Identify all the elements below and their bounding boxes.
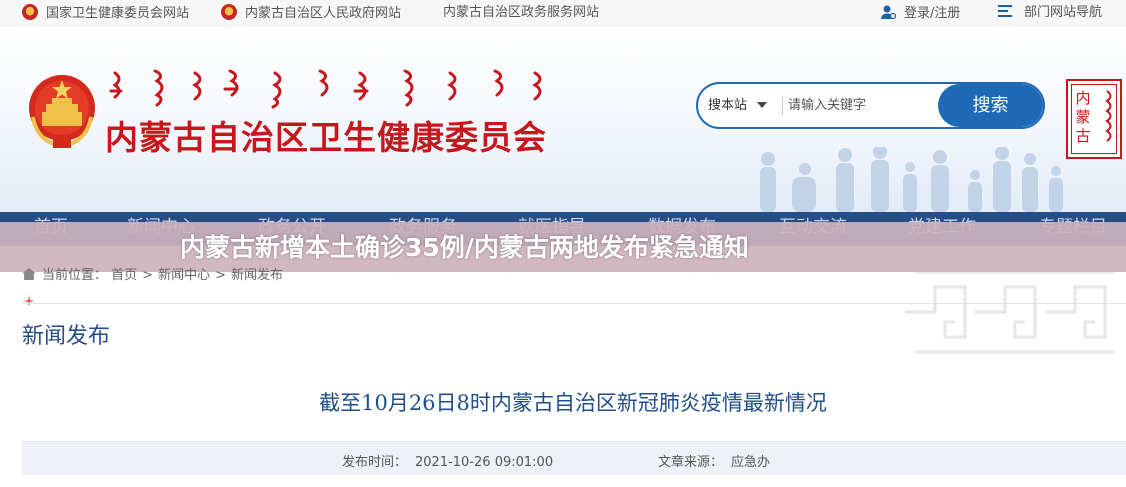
- search-scope-label: 搜本站: [708, 98, 748, 113]
- lattice-pattern-decoration: [905, 270, 1115, 354]
- menu-icon: [998, 5, 1012, 17]
- department-nav-label: 部门网站导航: [1024, 5, 1103, 20]
- seal-logo: 内蒙古: [1066, 79, 1122, 159]
- breadcrumb: 当前位置： 首页 > 新闻中心 > 新闻发布: [22, 266, 283, 286]
- overlay-headline: 内蒙古新增本土确诊35例/内蒙古两地发布紧急通知: [180, 233, 749, 262]
- article-title: 截至10月26日8时内蒙古自治区新冠肺炎疫情最新情况: [319, 391, 827, 415]
- headline-overlay-banner: 内蒙古新增本土确诊35例/内蒙古两地发布紧急通知: [0, 222, 1126, 272]
- national-emblem-icon: [22, 4, 38, 20]
- breadcrumb-item-home[interactable]: 首页: [111, 268, 137, 283]
- seal-mongolian-script: [1105, 90, 1112, 142]
- breadcrumb-separator: >: [142, 268, 154, 283]
- section-title: 新闻发布: [22, 324, 111, 349]
- top-utility-bar: 国家卫生健康委员会网站 内蒙古自治区人民政府网站 内蒙古自治区政务服务网站 登录…: [0, 0, 1126, 26]
- article-meta-bar: 发布时间： 2021-10-26 09:01:00 文章来源： 应急办: [22, 441, 1126, 475]
- search-divider: [782, 97, 783, 115]
- department-nav-link[interactable]: 部门网站导航: [998, 4, 1102, 22]
- national-emblem-icon: [221, 4, 237, 20]
- link-gov-website[interactable]: 内蒙古自治区人民政府网站: [221, 4, 401, 22]
- mongolian-title-script: [105, 65, 553, 111]
- login-link[interactable]: 登录/注册: [880, 4, 960, 22]
- national-emblem-logo: [29, 75, 95, 149]
- home-icon: [22, 268, 36, 280]
- search-button[interactable]: 搜索: [938, 84, 1043, 127]
- site-title: 内蒙古自治区卫生健康委员会: [105, 118, 547, 157]
- breadcrumb-prefix: 当前位置：: [42, 268, 108, 283]
- link-service-website[interactable]: 内蒙古自治区政务服务网站: [443, 4, 599, 22]
- link-nhc-label: 国家卫生健康委员会网站: [46, 6, 190, 21]
- publish-time-field: 发布时间： 2021-10-26 09:01:00: [342, 451, 553, 470]
- section-divider: [22, 303, 1126, 304]
- people-silhouette-decoration: [760, 147, 1063, 212]
- search-scope-dropdown[interactable]: 搜本站: [708, 84, 768, 127]
- link-gov-label: 内蒙古自治区人民政府网站: [245, 6, 402, 21]
- article-source-field: 文章来源： 应急办: [658, 451, 770, 470]
- breadcrumb-item-news-release[interactable]: 新闻发布: [231, 268, 283, 283]
- link-nhc-website[interactable]: 国家卫生健康委员会网站: [22, 4, 189, 22]
- seal-text: 内蒙古: [1075, 89, 1091, 145]
- search-input[interactable]: [788, 90, 938, 121]
- breadcrumb-item-news-center[interactable]: 新闻中心: [158, 268, 210, 283]
- user-icon: [881, 5, 896, 20]
- article-source-label: 文章来源：: [658, 455, 724, 470]
- publish-time-value: 2021-10-26 09:01:00: [415, 455, 554, 470]
- site-search-box: 搜本站 搜索: [696, 82, 1045, 129]
- login-label: 登录/注册: [904, 6, 961, 21]
- article-source-value: 应急办: [731, 455, 771, 470]
- section-plus-marker: +: [24, 294, 35, 308]
- publish-time-label: 发布时间：: [342, 455, 408, 470]
- site-header: 内蒙古自治区卫生健康委员会 搜本站 搜索 内蒙古: [0, 27, 1126, 212]
- caret-down-icon: [757, 102, 768, 108]
- breadcrumb-separator: >: [215, 268, 226, 283]
